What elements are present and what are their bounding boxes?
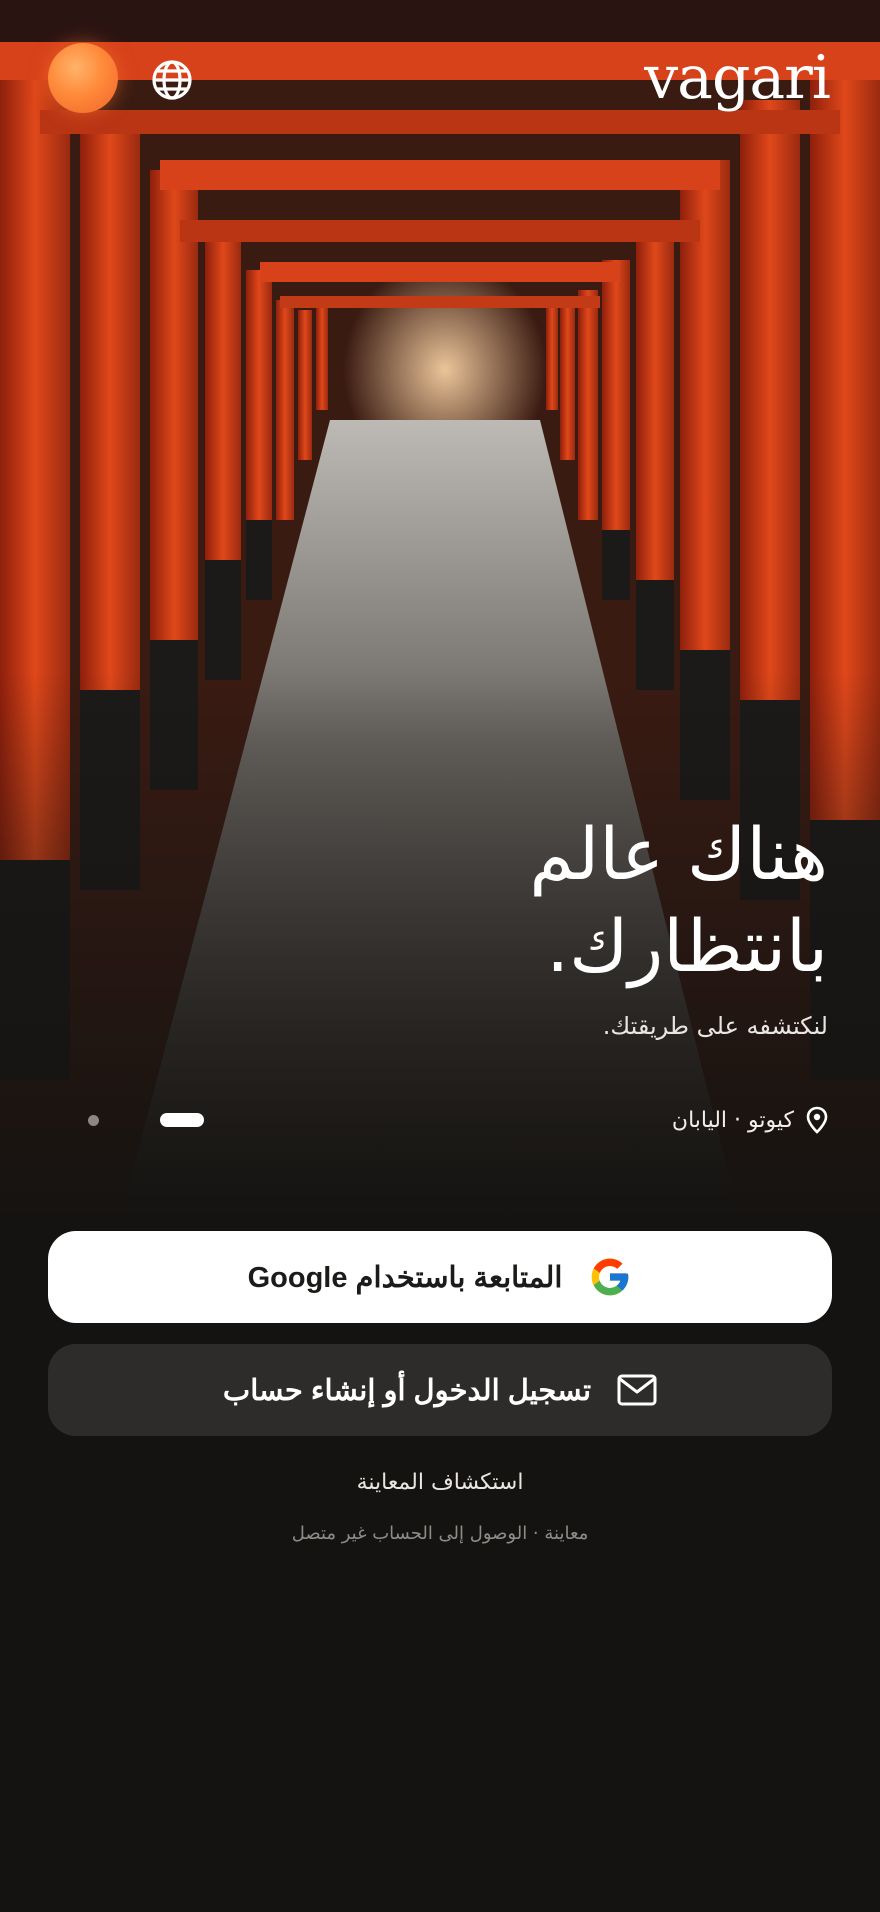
hero-headline: هناك عالم بانتظارك. (308, 808, 828, 992)
mail-icon (617, 1374, 657, 1406)
explore-preview-link[interactable]: استكشاف المعاينة (0, 1470, 880, 1495)
location-label: كيوتو · اليابان (672, 1104, 828, 1136)
continue-with-google-button[interactable]: المتابعة باستخدام Google (48, 1231, 832, 1323)
google-icon (592, 1258, 629, 1296)
sun-orb-icon[interactable] (48, 43, 118, 113)
carousel-dot-2-active[interactable] (160, 1113, 204, 1127)
headline-line-1: هناك عالم (529, 812, 828, 896)
sign-in-or-register-button[interactable]: تسجيل الدخول أو إنشاء حساب (48, 1344, 832, 1436)
app-logo: vagari (644, 43, 831, 113)
headline-line-2: بانتظارك. (546, 904, 828, 988)
offline-preview-note: معاينة · الوصول إلى الحساب غير متصل (291, 1523, 589, 1544)
globe-icon[interactable] (150, 58, 194, 102)
map-pin-icon (806, 1106, 828, 1134)
google-button-label: المتابعة باستخدام Google (247, 1261, 563, 1294)
location-text: كيوتو · اليابان (671, 1107, 794, 1133)
hero-subtitle: لنكتشفه على طريقتك. (602, 1012, 828, 1040)
carousel-indicator (86, 1113, 216, 1127)
carousel-dot-1[interactable] (88, 1115, 99, 1126)
email-button-label: تسجيل الدخول أو إنشاء حساب (222, 1374, 592, 1407)
